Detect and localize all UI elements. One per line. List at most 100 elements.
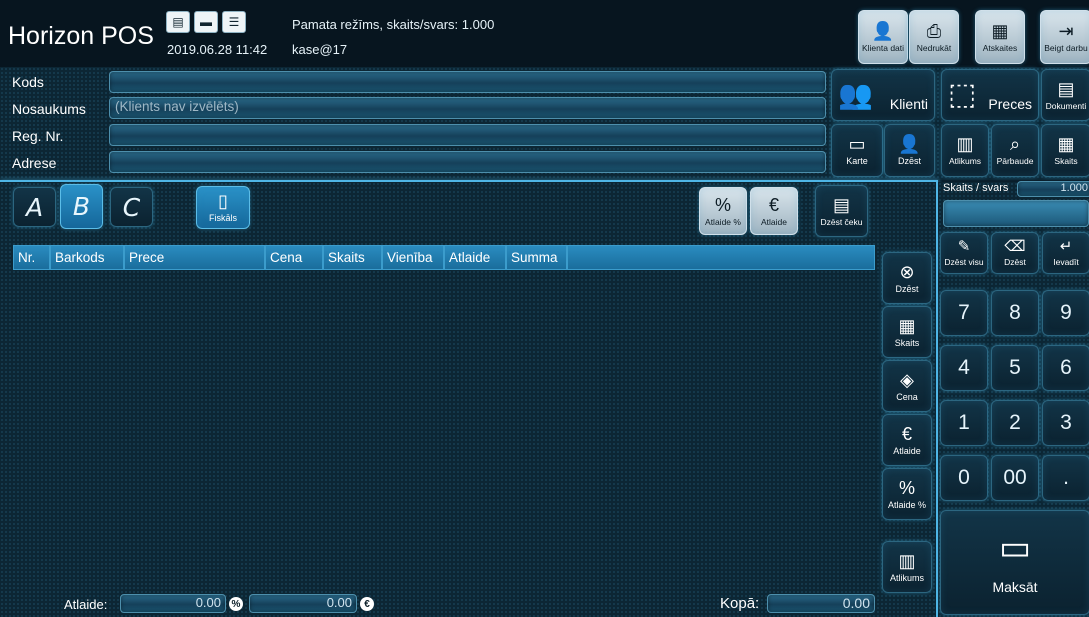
reports-icon: ▦ [991, 20, 1009, 41]
users-icon: 👥 [838, 79, 873, 110]
code-label: Kods [12, 74, 44, 90]
discount-percent-field: 0.00 [120, 594, 226, 613]
column-header-product[interactable]: Prece [124, 245, 265, 270]
document-icon: ▤ [1057, 78, 1075, 99]
card-button[interactable]: ▭ Karte [831, 124, 883, 177]
column-header-discount[interactable]: Atlaide [444, 245, 506, 270]
no-print-button[interactable]: ⎙ Nedrukāt [909, 10, 959, 64]
column-header-quantity[interactable]: Skaits [323, 245, 382, 270]
percent-tag-icon: % [714, 194, 731, 215]
end-work-button[interactable]: ⇥ Beigt darbu [1040, 10, 1089, 64]
calculator-icon: ▦ [1057, 134, 1075, 154]
backspace-button[interactable]: ⌫ Dzēst [991, 232, 1039, 274]
price-tag-icon: ◈ [900, 369, 914, 390]
name-label: Nosaukums [12, 101, 86, 117]
client-data-button[interactable]: 👤 Klienta dati [858, 10, 908, 64]
discount-label: Atlaide: [64, 597, 108, 612]
pay-button[interactable]: ▭ Maksāt [940, 510, 1089, 615]
line-delete-button[interactable]: ⊗ Dzēst [882, 252, 932, 304]
user-remove-icon: 👤 [898, 134, 921, 154]
qty-label: Skaits / svars [943, 182, 1009, 194]
percent-coin-icon: % [898, 477, 915, 498]
qty-value-field: 1.000 [1017, 181, 1089, 197]
key-8[interactable]: 8 [991, 290, 1039, 336]
card-icon: ▭ [848, 134, 866, 154]
euro-tag-icon: € [768, 194, 779, 215]
fiscal-button[interactable]: ▯ Fiskāls [196, 186, 250, 229]
date-time: 2019.06.28 11:42 [167, 42, 268, 57]
exit-icon: ⇥ [1058, 20, 1074, 41]
address-label: Adrese [12, 155, 57, 171]
mode-status: Pamata režīms, skaits/svars: 1.000 [292, 17, 495, 32]
current-user: kase@17 [292, 42, 348, 57]
line-stock-button[interactable]: ▥ Atlikums [882, 541, 932, 593]
delete-line-icon: ⊗ [899, 261, 915, 282]
stock-icon: ▥ [898, 550, 916, 571]
line-discount-percent-button[interactable]: % Atlaide % [882, 468, 932, 520]
line-discount-button[interactable]: € Atlaide [882, 414, 932, 466]
key-decimal[interactable]: . [1042, 455, 1089, 501]
address-field[interactable] [109, 151, 826, 173]
card-payment-icon: ▭ [998, 528, 1032, 567]
column-header-filler [567, 245, 875, 270]
key-1[interactable]: 1 [940, 400, 988, 446]
calculator-icon: ▦ [898, 315, 916, 336]
box-icon: ⬚ [948, 78, 977, 111]
tab-c[interactable]: C [110, 187, 153, 227]
stock-button[interactable]: ▥ Atlikums [941, 124, 989, 177]
key-9[interactable]: 9 [1042, 290, 1089, 336]
client-delete-button[interactable]: 👤 Dzēst [884, 124, 935, 177]
receipt-discount-percent-button[interactable]: % Atlaide % [699, 187, 747, 235]
documents-button[interactable]: ▤ Dokumenti [1041, 69, 1089, 121]
euro-icon: € [360, 597, 374, 611]
percent-icon: % [229, 597, 243, 611]
delete-receipt-button[interactable]: ▤ Dzēst čeku [815, 185, 868, 237]
euro-coin-icon: € [901, 423, 912, 444]
printer-off-icon: ⎙ [926, 20, 942, 41]
keypad-input[interactable] [943, 200, 1089, 227]
total-label: Kopā: [720, 595, 760, 612]
tab-a[interactable]: A [13, 187, 56, 227]
eraser-icon: ✎ [957, 238, 971, 255]
column-header-nr[interactable]: Nr. [13, 245, 50, 270]
enter-button[interactable]: ↵ Ievadīt [1042, 232, 1089, 274]
enter-icon: ↵ [1059, 238, 1073, 255]
receipt-icon: ▯ [218, 191, 228, 211]
quantity-button[interactable]: ▦ Skaits [1041, 124, 1089, 177]
key-3[interactable]: 3 [1042, 400, 1089, 446]
column-header-barcode[interactable]: Barkods [50, 245, 124, 270]
tab-b[interactable]: B [60, 184, 103, 229]
stock-icon: ▥ [956, 134, 974, 154]
line-price-button[interactable]: ◈ Cena [882, 360, 932, 412]
column-header-sum[interactable]: Summa [506, 245, 567, 270]
receipt-delete-icon: ▤ [832, 194, 850, 215]
key-2[interactable]: 2 [991, 400, 1039, 446]
backspace-icon: ⌫ [1004, 238, 1026, 255]
card-reader-icon: ▬ [194, 11, 218, 33]
code-field[interactable] [109, 71, 826, 93]
key-7[interactable]: 7 [940, 290, 988, 336]
column-header-unit[interactable]: Vienība [382, 245, 444, 270]
key-5[interactable]: 5 [991, 345, 1039, 391]
goods-button[interactable]: ⬚ Preces [941, 69, 1039, 121]
total-field: 0.00 [767, 594, 875, 613]
price-tag-search-icon: ⌕ [1009, 134, 1021, 154]
receipt-discount-button[interactable]: € Atlaide [750, 187, 798, 235]
name-field[interactable]: (Klients nav izvēlēts) [109, 97, 826, 119]
check-price-button[interactable]: ⌕ Pārbaude [991, 124, 1039, 177]
clients-button[interactable]: 👥 Klienti [831, 69, 935, 121]
reg-label: Reg. Nr. [12, 128, 64, 144]
key-4[interactable]: 4 [940, 345, 988, 391]
receipt-table-body[interactable] [13, 270, 875, 591]
user-card-icon: 👤 [871, 20, 895, 41]
key-6[interactable]: 6 [1042, 345, 1089, 391]
reg-field[interactable] [109, 124, 826, 146]
column-header-price[interactable]: Cena [265, 245, 323, 270]
line-quantity-button[interactable]: ▦ Skaits [882, 306, 932, 358]
clear-all-button[interactable]: ✎ Dzēst visu [940, 232, 988, 274]
key-0[interactable]: 0 [940, 455, 988, 501]
reports-button[interactable]: ▦ Atskaites [975, 10, 1025, 64]
discount-euro-field: 0.00 [249, 594, 357, 613]
scale-icon: ☰ [222, 11, 246, 33]
key-00[interactable]: 00 [991, 455, 1039, 501]
